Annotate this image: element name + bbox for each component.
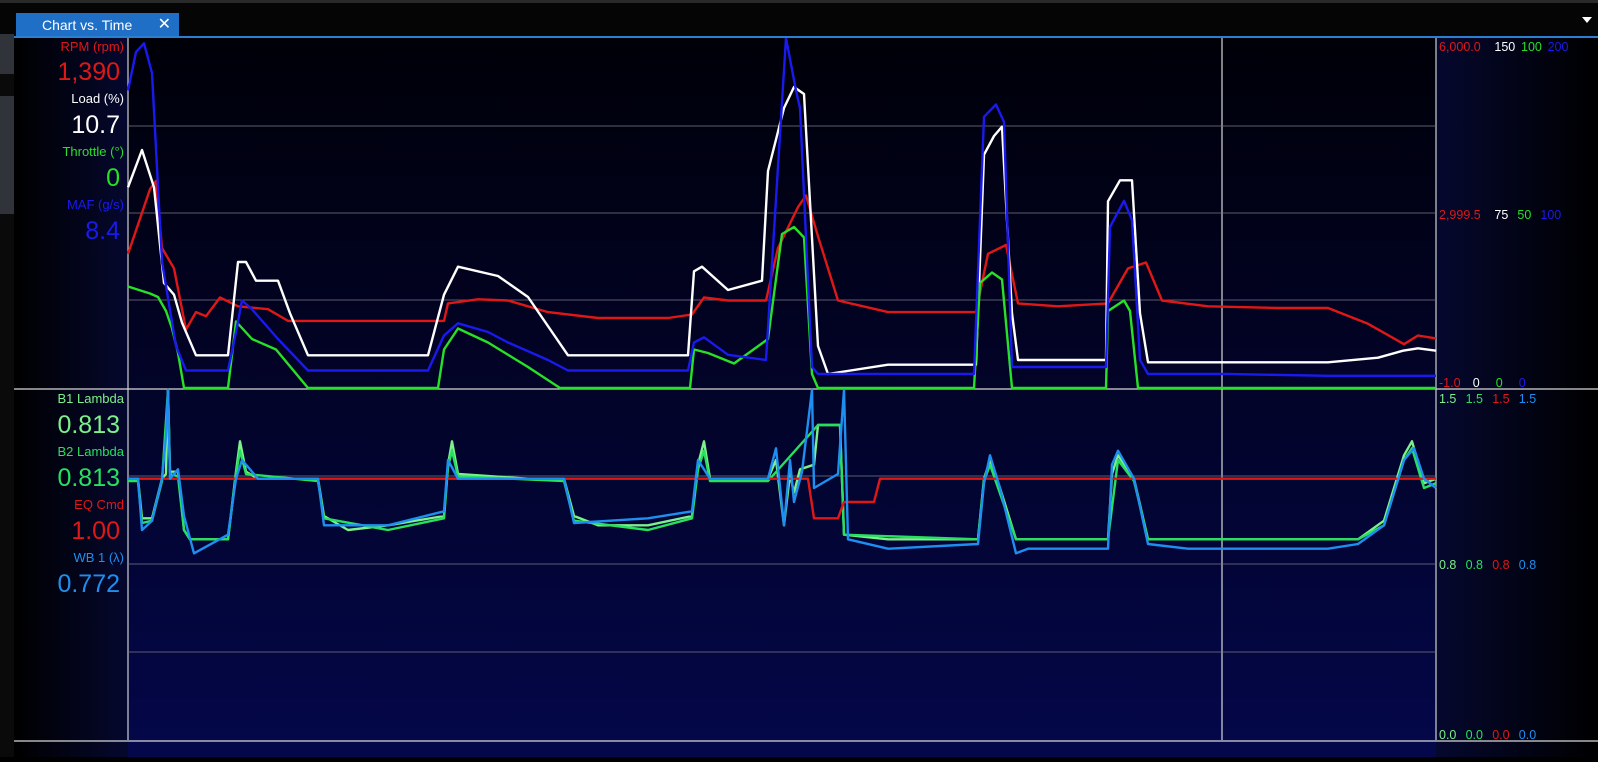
tab-chart-vs-time[interactable]: Chart vs. Time ✕ [16, 13, 179, 37]
legend-name-rpm-rpm: RPM (rpm) [60, 39, 124, 54]
chart-area: RPM (rpm) 1,390 Load (%) 10.7 Throttle (°) 0 M… [14, 36, 1598, 757]
legend-value-rpm-rpm: 1,390 [57, 58, 120, 86]
legend-value-b2-lambda: 0.813 [57, 464, 120, 492]
legend-name-throttle: Throttle (°) [62, 144, 124, 159]
scale-label-1-1-1: 0.8 [1466, 558, 1483, 572]
scale-label-0-2-2: 0 [1496, 376, 1503, 390]
legend-value-b1-lambda: 0.813 [57, 411, 120, 439]
side-tab-top[interactable] [0, 34, 14, 74]
scale-label-1-1-0: 1.5 [1466, 392, 1483, 406]
legend-name-b1-lambda: B1 Lambda [58, 391, 125, 406]
scale-label-1-3-0: 1.5 [1519, 392, 1536, 406]
scale-label-0-2-1: 50 [1517, 208, 1531, 222]
scale-label-0-0-1: 2,999.5 [1439, 208, 1481, 222]
legend-name-load: Load (%) [71, 91, 124, 106]
legend-value-wb-1: 0.772 [57, 570, 120, 598]
chart-svg[interactable]: RPM (rpm) 1,390 Load (%) 10.7 Throttle (°) 0 M… [14, 36, 1598, 757]
chevron-down-icon[interactable] [1582, 17, 1592, 23]
scale-label-0-0-0: 6,000.0 [1439, 40, 1481, 54]
tab-bar: Chart vs. Time ✕ [0, 0, 1598, 37]
legend-value-maf-g-s: 8.4 [85, 217, 120, 245]
scale-label-1-3-1: 0.8 [1519, 558, 1536, 572]
scale-label-1-0-0: 1.5 [1439, 392, 1456, 406]
scale-label-0-1-0: 150 [1494, 40, 1515, 54]
right-gutter [1436, 38, 1598, 757]
scale-label-0-3-0: 200 [1548, 40, 1569, 54]
scale-label-0-1-1: 75 [1494, 208, 1508, 222]
scale-label-1-2-1: 0.8 [1492, 558, 1509, 572]
legend-value-throttle: 0 [106, 164, 120, 192]
scale-label-0-3-1: 100 [1540, 208, 1561, 222]
scale-label-0-0-2: -1.0 [1439, 376, 1461, 390]
scale-label-1-1-2: 0.0 [1466, 728, 1483, 742]
scale-label-1-2-0: 1.5 [1492, 392, 1509, 406]
scale-label-1-2-2: 0.0 [1492, 728, 1509, 742]
scale-label-0-1-2: 0 [1473, 376, 1480, 390]
legend-name-b2-lambda: B2 Lambda [58, 444, 125, 459]
legend-name-maf-g-s: MAF (g/s) [67, 197, 124, 212]
scale-label-1-0-2: 0.0 [1439, 728, 1456, 742]
side-tab-bottom[interactable] [0, 96, 14, 214]
legend-name-eq-cmd: EQ Cmd [74, 497, 124, 512]
scale-label-1-3-2: 0.0 [1519, 728, 1536, 742]
legend-value-load: 10.7 [71, 111, 120, 139]
legend-name-wb-1: WB 1 (λ) [73, 550, 124, 565]
scale-label-0-3-2: 0 [1519, 376, 1526, 390]
legend-value-eq-cmd: 1.00 [71, 517, 120, 545]
tab-label: Chart vs. Time [42, 17, 133, 33]
scale-label-1-0-1: 0.8 [1439, 558, 1456, 572]
side-panel-strip [0, 34, 14, 757]
close-icon[interactable]: ✕ [158, 13, 171, 37]
scale-label-0-2-0: 100 [1521, 40, 1542, 54]
app-window: Chart vs. Time ✕ RPM (rpm) 1,390 Load (%… [0, 0, 1598, 757]
